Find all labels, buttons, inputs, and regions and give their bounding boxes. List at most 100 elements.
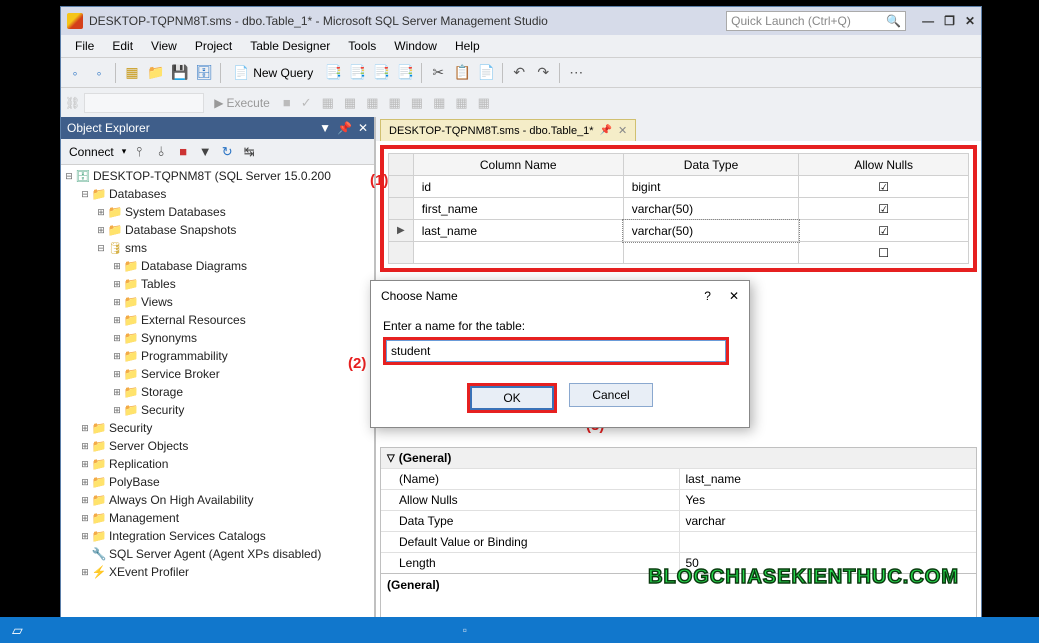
menu-file[interactable]: File bbox=[67, 37, 102, 55]
execute-button[interactable]: ▶ Execute bbox=[208, 96, 276, 110]
cell-col-name[interactable]: id bbox=[413, 176, 623, 198]
cell-col-name[interactable]: last_name bbox=[413, 220, 623, 242]
server-objects-node[interactable]: ⊞📁Server Objects bbox=[61, 437, 374, 455]
minimize-button[interactable]: — bbox=[922, 14, 934, 28]
menu-project[interactable]: Project bbox=[187, 37, 240, 55]
redo-icon[interactable]: ↷ bbox=[533, 63, 553, 83]
stop-connect-icon[interactable]: ■ bbox=[174, 143, 192, 161]
maximize-button[interactable]: ❐ bbox=[944, 14, 955, 28]
connect-icon-1[interactable]: ⫯ bbox=[130, 143, 148, 161]
tb-icon-3[interactable]: 📑 bbox=[371, 63, 391, 83]
cell-data-type[interactable]: bigint bbox=[623, 176, 799, 198]
connect-icon-2[interactable]: ⫰ bbox=[152, 143, 170, 161]
cell-data-type[interactable]: varchar(50) bbox=[623, 198, 799, 220]
tb-icon-1[interactable]: 📑 bbox=[323, 63, 343, 83]
dialog-close-icon[interactable]: ✕ bbox=[729, 289, 739, 303]
open-icon[interactable]: 📁 bbox=[146, 63, 166, 83]
databases-node[interactable]: ⊟📁Databases bbox=[61, 185, 374, 203]
cell-allow-nulls[interactable]: ☑ bbox=[799, 198, 969, 220]
grid-row[interactable]: ▶ last_name varchar(50) ☑ bbox=[389, 220, 969, 242]
help-icon[interactable]: ? bbox=[704, 289, 711, 303]
cell-allow-nulls[interactable]: ☑ bbox=[799, 176, 969, 198]
prop-val-nulls[interactable]: Yes bbox=[679, 490, 977, 510]
cancel-button[interactable]: Cancel bbox=[569, 383, 653, 407]
programmability-node[interactable]: ⊞📁Programmability bbox=[61, 347, 374, 365]
stb-6: ▦ bbox=[430, 95, 448, 111]
close-panel-icon[interactable]: ✕ bbox=[358, 121, 368, 135]
menu-table-designer[interactable]: Table Designer bbox=[242, 37, 338, 55]
tab-table-designer[interactable]: DESKTOP-TQPNM8T.sms - dbo.Table_1* 📌 ✕ bbox=[380, 119, 636, 141]
integration-node[interactable]: ⊞📁Integration Services Catalogs bbox=[61, 527, 374, 545]
replication-node[interactable]: ⊞📁Replication bbox=[61, 455, 374, 473]
storage-node[interactable]: ⊞📁Storage bbox=[61, 383, 374, 401]
cell-data-type[interactable]: varchar(50) bbox=[623, 220, 799, 242]
security-inner-node[interactable]: ⊞📁Security bbox=[61, 401, 374, 419]
new-query-button[interactable]: 📄 New Query bbox=[227, 65, 319, 81]
nav-back-icon[interactable]: ◦ bbox=[65, 63, 85, 83]
system-databases-node[interactable]: ⊞📁System Databases bbox=[61, 203, 374, 221]
tab-pin-icon[interactable]: 📌 bbox=[600, 125, 612, 136]
props-section-header[interactable]: ▽ (General) bbox=[381, 448, 976, 468]
paste-icon[interactable]: 📄 bbox=[476, 63, 496, 83]
dropdown-icon[interactable]: ▼ bbox=[319, 121, 331, 135]
columns-grid[interactable]: Column Name Data Type Allow Nulls id big… bbox=[388, 153, 969, 264]
xevent-node[interactable]: ⊞⚡XEvent Profiler bbox=[61, 563, 374, 581]
prop-val-name[interactable]: last_name bbox=[679, 469, 977, 489]
cell-allow-nulls[interactable]: ☑ bbox=[799, 220, 969, 242]
polybase-node[interactable]: ⊞📁PolyBase bbox=[61, 473, 374, 491]
database-snapshots-node[interactable]: ⊞📁Database Snapshots bbox=[61, 221, 374, 239]
prop-key-default: Default Value or Binding bbox=[381, 532, 679, 552]
sql-agent-node[interactable]: 🔧SQL Server Agent (Agent XPs disabled) bbox=[61, 545, 374, 563]
menu-view[interactable]: View bbox=[143, 37, 185, 55]
col-header-name: Column Name bbox=[413, 154, 623, 176]
statusbar: ▱ ▫ bbox=[0, 617, 1039, 643]
collapse-icon[interactable]: ▽ bbox=[387, 453, 395, 464]
menu-tools[interactable]: Tools bbox=[340, 37, 384, 55]
sync-icon[interactable]: ↹ bbox=[240, 143, 258, 161]
table-name-input[interactable] bbox=[386, 340, 726, 362]
close-button[interactable]: ✕ bbox=[965, 14, 975, 28]
database-dropdown[interactable] bbox=[84, 93, 204, 113]
save-icon[interactable]: 💾 bbox=[170, 63, 190, 83]
cell-col-name[interactable]: first_name bbox=[413, 198, 623, 220]
ok-button[interactable]: OK bbox=[470, 386, 554, 410]
copy-icon[interactable]: 📋 bbox=[452, 63, 472, 83]
tb-more-icon[interactable]: ⋯ bbox=[566, 63, 586, 83]
save-all-icon[interactable]: 🗄 bbox=[194, 63, 214, 83]
management-node[interactable]: ⊞📁Management bbox=[61, 509, 374, 527]
filter-icon[interactable]: ▼ bbox=[196, 143, 214, 161]
tb2-icon[interactable]: ⛓ bbox=[65, 96, 80, 110]
prop-val-type[interactable]: varchar bbox=[679, 511, 977, 531]
cut-icon[interactable]: ✂ bbox=[428, 63, 448, 83]
pin-icon[interactable]: 📌 bbox=[337, 121, 352, 135]
dialog-title: Choose Name bbox=[381, 289, 458, 303]
grid-row-empty[interactable]: ☐ bbox=[389, 242, 969, 264]
grid-row[interactable]: id bigint ☑ bbox=[389, 176, 969, 198]
views-node[interactable]: ⊞📁Views bbox=[61, 293, 374, 311]
security-node[interactable]: ⊞📁Security bbox=[61, 419, 374, 437]
quick-launch-placeholder: Quick Launch (Ctrl+Q) bbox=[731, 14, 851, 28]
database-diagrams-node[interactable]: ⊞📁Database Diagrams bbox=[61, 257, 374, 275]
synonyms-node[interactable]: ⊞📁Synonyms bbox=[61, 329, 374, 347]
grid-row[interactable]: first_name varchar(50) ☑ bbox=[389, 198, 969, 220]
menu-help[interactable]: Help bbox=[447, 37, 488, 55]
object-tree[interactable]: ⊟🗄DESKTOP-TQPNM8T (SQL Server 15.0.200 ⊟… bbox=[61, 165, 374, 624]
tab-close-icon[interactable]: ✕ bbox=[618, 124, 627, 137]
sms-db-node[interactable]: ⊟🛢sms bbox=[61, 239, 374, 257]
refresh-icon[interactable]: ↻ bbox=[218, 143, 236, 161]
quick-launch-input[interactable]: Quick Launch (Ctrl+Q) 🔍 bbox=[726, 11, 906, 31]
tb-icon-2[interactable]: 📑 bbox=[347, 63, 367, 83]
prop-val-default[interactable] bbox=[679, 532, 977, 552]
connect-button[interactable]: Connect bbox=[65, 145, 118, 159]
server-node[interactable]: ⊟🗄DESKTOP-TQPNM8T (SQL Server 15.0.200 bbox=[61, 167, 374, 185]
tb-icon-4[interactable]: 📑 bbox=[395, 63, 415, 83]
new-item-icon[interactable]: ▦ bbox=[122, 63, 142, 83]
menu-window[interactable]: Window bbox=[386, 37, 445, 55]
menu-edit[interactable]: Edit bbox=[104, 37, 141, 55]
undo-icon[interactable]: ↶ bbox=[509, 63, 529, 83]
always-on-node[interactable]: ⊞📁Always On High Availability bbox=[61, 491, 374, 509]
service-broker-node[interactable]: ⊞📁Service Broker bbox=[61, 365, 374, 383]
nav-fwd-icon[interactable]: ◦ bbox=[89, 63, 109, 83]
external-resources-node[interactable]: ⊞📁External Resources bbox=[61, 311, 374, 329]
tables-node[interactable]: ⊞📁Tables bbox=[61, 275, 374, 293]
